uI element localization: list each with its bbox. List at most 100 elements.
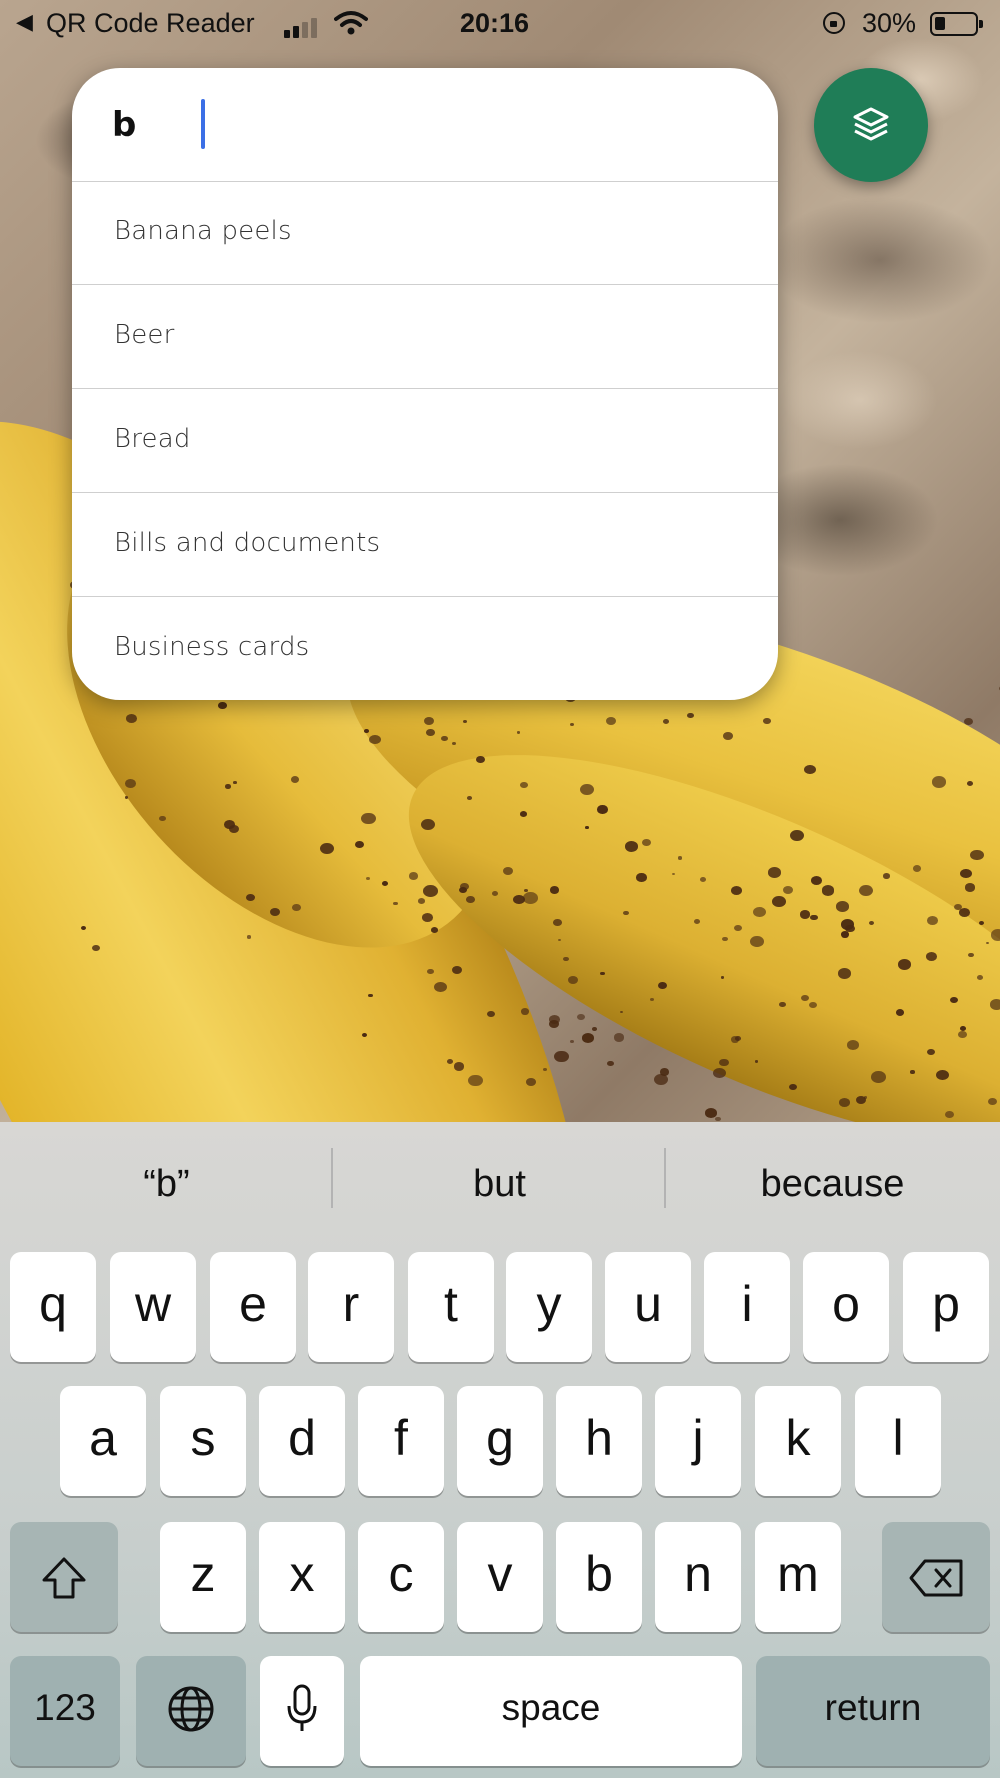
- layers-button[interactable]: [814, 68, 928, 182]
- key-y[interactable]: y: [506, 1252, 592, 1362]
- banana-speck: [441, 735, 448, 741]
- key-l[interactable]: l: [855, 1386, 941, 1496]
- status-bar: ◀ QR Code Reader 20:16 30%: [0, 0, 1000, 50]
- banana-speck: [926, 916, 938, 926]
- key-h[interactable]: h: [556, 1386, 642, 1496]
- key-a[interactable]: a: [60, 1386, 146, 1496]
- numbers-key[interactable]: 123: [10, 1656, 120, 1766]
- banana-speck: [523, 892, 538, 905]
- key-k[interactable]: k: [755, 1386, 841, 1496]
- banana-speck: [364, 729, 369, 734]
- key-s[interactable]: s: [160, 1386, 246, 1496]
- banana-speck: [368, 993, 373, 998]
- suggestion-item[interactable]: Bills and documents: [72, 493, 778, 597]
- banana-speck: [750, 935, 764, 947]
- suggestion-item[interactable]: Business cards: [72, 597, 778, 700]
- prediction-because[interactable]: because: [666, 1122, 999, 1240]
- banana-speck: [721, 936, 728, 942]
- key-m[interactable]: m: [755, 1522, 841, 1632]
- key-g[interactable]: g: [457, 1386, 543, 1496]
- key-u[interactable]: u: [605, 1252, 691, 1362]
- key-w[interactable]: w: [110, 1252, 196, 1362]
- key-b[interactable]: b: [556, 1522, 642, 1632]
- globe-key[interactable]: [136, 1656, 246, 1766]
- banana-speck: [753, 906, 766, 918]
- key-v[interactable]: v: [457, 1522, 543, 1632]
- shift-icon: [42, 1557, 86, 1599]
- key-x[interactable]: x: [259, 1522, 345, 1632]
- banana-speck: [607, 1060, 614, 1066]
- key-f[interactable]: f: [358, 1386, 444, 1496]
- banana-speck: [124, 795, 129, 799]
- banana-speck: [592, 1026, 597, 1031]
- back-to-app-label[interactable]: QR Code Reader: [46, 8, 255, 39]
- microphone-key[interactable]: [260, 1656, 344, 1766]
- banana-speck: [882, 873, 890, 879]
- banana-speck: [967, 780, 974, 786]
- key-o[interactable]: o: [803, 1252, 889, 1362]
- layers-icon: [853, 107, 889, 141]
- banana-speck: [654, 1074, 669, 1086]
- signal-icon: [284, 16, 324, 38]
- banana-speck: [605, 716, 617, 725]
- banana-speck: [430, 927, 438, 934]
- banana-speck: [838, 968, 852, 979]
- banana-speck: [810, 875, 823, 885]
- banana-speck: [452, 741, 457, 745]
- banana-speck: [463, 719, 468, 723]
- banana-speck: [763, 718, 771, 725]
- banana-speck: [597, 805, 608, 814]
- key-r[interactable]: r: [308, 1252, 394, 1362]
- banana-speck: [958, 1031, 967, 1039]
- banana-speck: [549, 1020, 559, 1028]
- search-input[interactable]: [112, 98, 732, 152]
- key-t[interactable]: t: [408, 1252, 494, 1362]
- key-e[interactable]: e: [210, 1252, 296, 1362]
- back-arrow-icon[interactable]: ◀: [16, 9, 33, 35]
- key-i[interactable]: i: [704, 1252, 790, 1362]
- banana-speck: [968, 952, 974, 958]
- banana-speck: [856, 1095, 866, 1104]
- banana-speck: [126, 713, 138, 723]
- banana-speck: [613, 1033, 625, 1042]
- key-z[interactable]: z: [160, 1522, 246, 1632]
- banana-speck: [567, 975, 579, 985]
- key-p[interactable]: p: [903, 1252, 989, 1362]
- suggestion-item[interactable]: Beer: [72, 285, 778, 389]
- prediction-but[interactable]: but: [333, 1122, 666, 1240]
- key-c[interactable]: c: [358, 1522, 444, 1632]
- banana-speck: [554, 1050, 569, 1063]
- banana-speck: [705, 1108, 718, 1118]
- suggestion-item[interactable]: Bread: [72, 389, 778, 493]
- banana-speck: [988, 1098, 997, 1106]
- banana-speck: [964, 883, 976, 892]
- banana-speck: [970, 849, 984, 860]
- banana-speck: [808, 1001, 817, 1009]
- banana-speck: [159, 816, 166, 822]
- key-d[interactable]: d: [259, 1386, 345, 1496]
- banana-speck: [426, 728, 435, 736]
- backspace-key[interactable]: [882, 1522, 990, 1632]
- banana-speck: [369, 734, 381, 744]
- banana-speck: [124, 779, 136, 788]
- suggestion-item[interactable]: Banana peels: [72, 181, 778, 285]
- banana-speck: [694, 919, 700, 924]
- banana-speck: [562, 956, 569, 962]
- banana-speck: [927, 1048, 935, 1055]
- key-n[interactable]: n: [655, 1522, 741, 1632]
- banana-speck: [895, 1008, 905, 1016]
- banana-speck: [657, 982, 667, 990]
- microphone-icon: [287, 1684, 317, 1731]
- search-row: [72, 68, 778, 182]
- space-key[interactable]: space: [360, 1656, 742, 1766]
- banana-speck: [467, 795, 472, 800]
- key-j[interactable]: j: [655, 1386, 741, 1496]
- key-q[interactable]: q: [10, 1252, 96, 1362]
- shift-key[interactable]: [10, 1522, 118, 1632]
- banana-speck: [931, 776, 947, 788]
- search-panel: Banana peels Beer Bread Bills and docume…: [72, 68, 778, 700]
- prediction-quoted[interactable]: “b”: [0, 1122, 333, 1240]
- banana-speck: [790, 830, 804, 842]
- banana-speck: [361, 812, 376, 825]
- return-key[interactable]: return: [756, 1656, 990, 1766]
